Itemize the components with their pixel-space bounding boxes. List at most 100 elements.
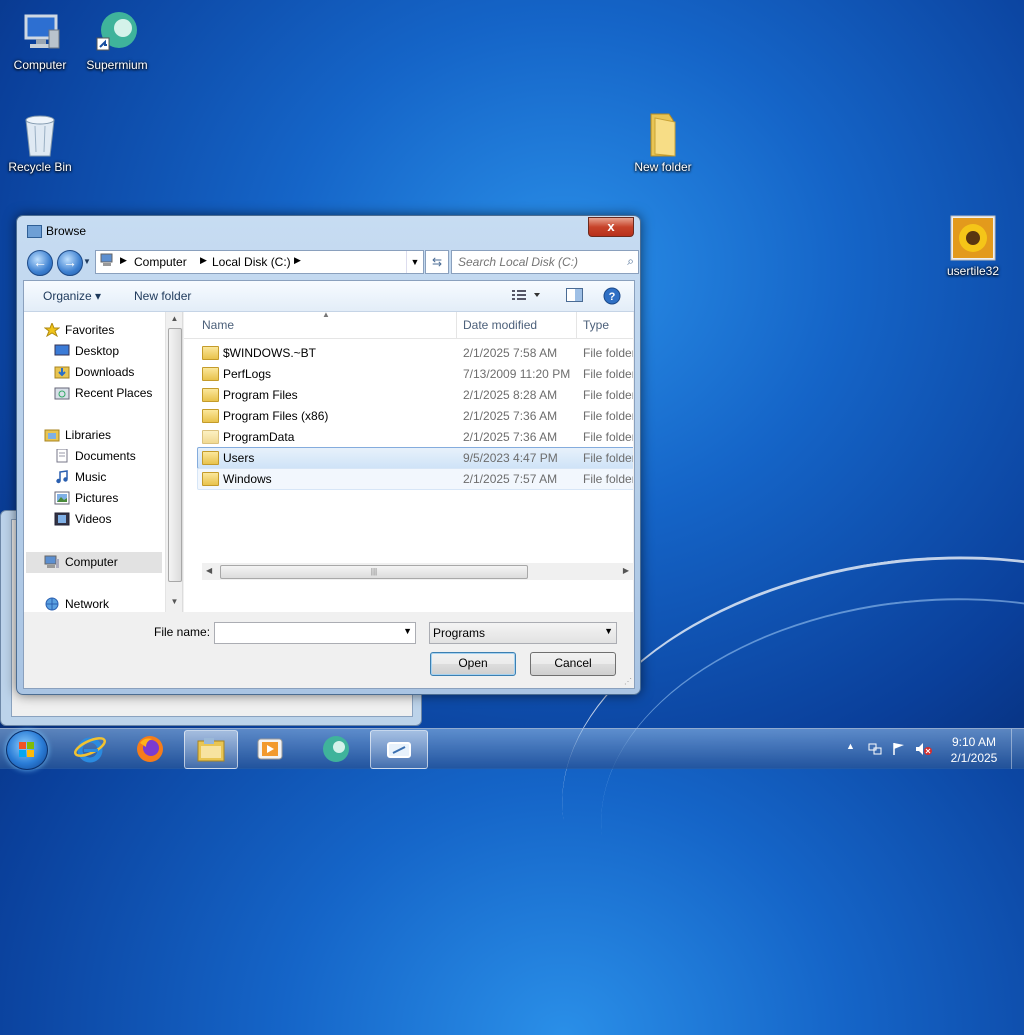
nav-item-documents[interactable]: Documents	[54, 446, 136, 466]
file-type-filter-select[interactable]: Programs ▼	[429, 622, 617, 644]
file-type: File folder	[583, 409, 633, 423]
help-icon[interactable]: ?	[603, 287, 621, 308]
show-hidden-icons-icon[interactable]: ▲	[846, 741, 855, 751]
volume-muted-icon[interactable]	[915, 741, 933, 760]
windows-logo-icon	[19, 742, 35, 758]
forward-button[interactable]: →	[57, 250, 83, 276]
column-header-row: ▲ Name Date modified Type	[184, 312, 633, 339]
file-name-combobox[interactable]: ▼	[214, 622, 416, 644]
desktop-icon	[54, 344, 70, 358]
column-header-date-modified[interactable]: Date modified	[463, 318, 537, 332]
file-row-selected[interactable]: Users 9/5/2023 4:47 PM File folder	[197, 447, 633, 469]
nav-item-network[interactable]: Network	[44, 594, 109, 612]
nav-item-libraries[interactable]: Libraries	[44, 425, 111, 445]
search-input[interactable]	[456, 254, 620, 270]
scroll-right-icon[interactable]: ▶	[623, 566, 629, 575]
start-button[interactable]	[6, 730, 48, 770]
file-row[interactable]: ProgramData 2/1/2025 7:36 AM File folder	[198, 427, 633, 447]
file-type: File folder	[583, 430, 633, 444]
desktop-icon-label: Supermium	[86, 58, 148, 72]
breadcrumb-separator-icon[interactable]: ▶	[200, 255, 207, 266]
nav-item-music[interactable]: Music	[54, 467, 106, 487]
network-tray-icon[interactable]	[867, 741, 883, 760]
resize-grip-icon[interactable]: ⋰	[624, 677, 632, 686]
scroll-up-icon[interactable]: ▲	[166, 314, 182, 323]
firefox-icon	[137, 736, 163, 762]
supermium-icon	[93, 8, 141, 56]
dialog-titlebar[interactable]: Browse x	[17, 216, 640, 244]
recent-places-icon	[54, 386, 70, 400]
file-type: File folder	[583, 367, 633, 381]
organize-button[interactable]: Organize ▾	[43, 289, 101, 303]
desktop-icon-label: New folder	[634, 160, 692, 174]
address-dropdown-icon[interactable]: ▼	[406, 251, 423, 273]
file-row[interactable]: Windows 2/1/2025 7:57 AM File folder	[197, 468, 633, 490]
scroll-left-icon[interactable]: ◀	[206, 566, 212, 575]
recent-pages-dropdown-icon[interactable]: ▼	[83, 257, 91, 266]
taskbar-supermium[interactable]	[310, 730, 362, 767]
scroll-down-icon[interactable]: ▼	[166, 597, 182, 606]
back-button[interactable]: ←	[27, 250, 53, 276]
window-switcher-icon	[387, 742, 411, 758]
taskbar-active-window[interactable]	[370, 730, 428, 769]
action-center-flag-icon[interactable]	[891, 741, 907, 760]
pictures-icon	[54, 491, 70, 505]
desktop-icon-supermium[interactable]: Supermium	[77, 8, 157, 72]
close-button[interactable]: x	[588, 217, 634, 237]
nav-item-pictures[interactable]: Pictures	[54, 488, 118, 508]
file-row[interactable]: $WINDOWS.~BT 2/1/2025 7:58 AM File folde…	[198, 343, 633, 363]
scroll-thumb[interactable]: |||	[220, 565, 528, 579]
breadcrumb-separator-icon[interactable]: ▶	[294, 255, 301, 266]
desktop-icon-recycle-bin[interactable]: Recycle Bin	[0, 110, 80, 174]
taskbar-media-player[interactable]	[244, 730, 296, 767]
nav-vertical-scrollbar[interactable]: ▲ ▼	[165, 312, 182, 612]
browse-dialog: Browse x ← → ▼ ▶ Computer ▶ Local Disk (…	[16, 215, 641, 695]
breadcrumb-local-disk[interactable]: Local Disk (C:)	[212, 255, 291, 269]
column-divider[interactable]	[456, 312, 457, 338]
refresh-button[interactable]: ⇆	[425, 250, 449, 274]
view-options-icon[interactable]	[512, 288, 542, 305]
taskbar-firefox[interactable]	[124, 730, 176, 767]
file-type: File folder	[583, 388, 633, 402]
breadcrumb-separator-icon[interactable]: ▶	[120, 255, 127, 266]
desktop-icon-new-folder[interactable]: New folder	[623, 110, 703, 174]
nav-item-videos[interactable]: Videos	[54, 509, 111, 529]
desktop-icon-usertile32[interactable]: usertile32	[933, 214, 1013, 278]
file-row[interactable]: Program Files (x86) 2/1/2025 7:36 AM Fil…	[198, 406, 633, 426]
file-type: File folder	[583, 346, 633, 360]
show-desktop-button[interactable]	[1011, 729, 1024, 769]
folder-icon	[202, 430, 219, 444]
scroll-thumb[interactable]	[168, 328, 182, 582]
taskbar-internet-explorer[interactable]	[64, 730, 116, 767]
file-row[interactable]: Program Files 2/1/2025 8:28 AM File fold…	[198, 385, 633, 405]
nav-item-recent-places[interactable]: Recent Places	[54, 383, 152, 403]
clock-date: 2/1/2025	[950, 751, 998, 765]
taskbar-windows-explorer[interactable]	[184, 730, 238, 769]
recycle-bin-icon	[16, 110, 64, 158]
nav-item-desktop[interactable]: Desktop	[54, 341, 119, 361]
videos-icon	[54, 512, 70, 526]
column-divider[interactable]	[576, 312, 577, 338]
new-folder-button[interactable]: New folder	[134, 289, 191, 303]
desktop-icon-label: Recycle Bin	[8, 160, 72, 174]
cancel-button[interactable]: Cancel	[530, 652, 616, 676]
dialog-content: Organize ▾ New folder ? Favorites Deskto…	[23, 280, 635, 689]
nav-item-computer[interactable]: Computer	[44, 552, 118, 572]
file-row[interactable]: PerfLogs 7/13/2009 11:20 PM File folder	[198, 364, 633, 384]
preview-pane-icon[interactable]	[566, 288, 584, 305]
nav-item-favorites[interactable]: Favorites	[43, 320, 114, 340]
address-bar[interactable]: ▶ Computer ▶ Local Disk (C:) ▶ ▼	[95, 250, 424, 274]
chevron-down-icon[interactable]: ▼	[604, 626, 613, 636]
column-header-name[interactable]: Name	[202, 318, 234, 332]
column-header-type[interactable]: Type	[583, 318, 609, 332]
chevron-down-icon[interactable]: ▼	[403, 626, 412, 636]
file-list-horizontal-scrollbar[interactable]: ◀ ||| ▶	[202, 563, 633, 580]
nav-item-downloads[interactable]: Downloads	[54, 362, 134, 382]
search-icon: ⌕	[627, 254, 634, 268]
desktop-icon-computer[interactable]: Computer	[0, 8, 80, 72]
open-button[interactable]: Open	[430, 652, 516, 676]
file-date: 7/13/2009 11:20 PM	[463, 367, 571, 381]
breadcrumb-computer[interactable]: Computer	[134, 255, 187, 269]
search-box[interactable]: ⌕	[451, 250, 639, 274]
system-clock[interactable]: 9:10 AM 2/1/2025	[944, 734, 1004, 766]
